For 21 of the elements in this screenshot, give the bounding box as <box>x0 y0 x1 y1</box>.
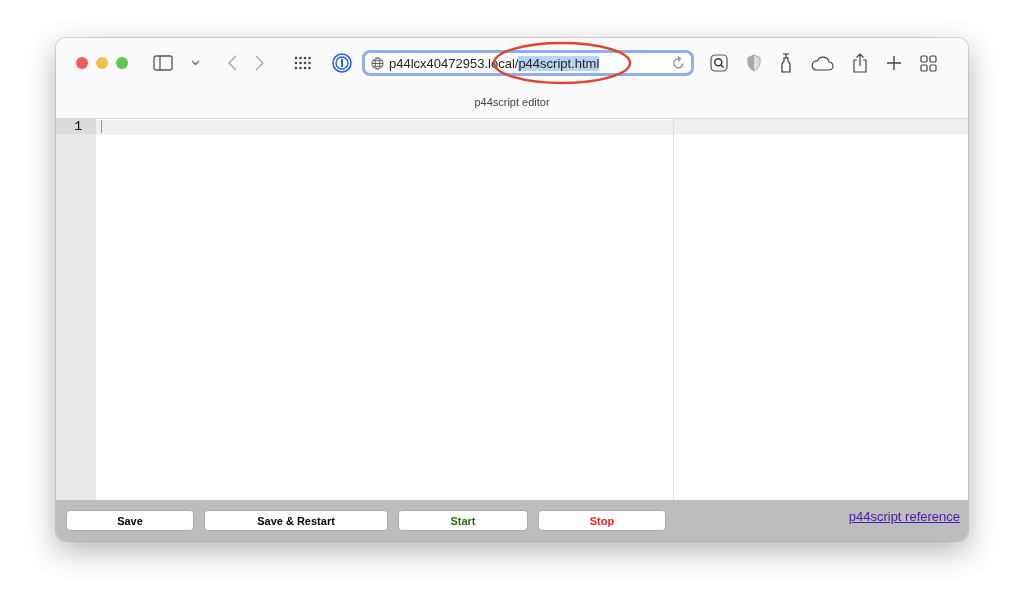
dots-grid-icon[interactable] <box>294 56 312 70</box>
sidebar-icon[interactable] <box>153 55 173 71</box>
action-button[interactable]: Save <box>66 510 194 531</box>
search-icon[interactable] <box>710 54 728 72</box>
chevron-down-icon[interactable] <box>191 60 200 66</box>
tab-title: p44script editor <box>473 96 551 108</box>
plus-icon[interactable] <box>886 55 902 71</box>
action-button[interactable]: Start <box>398 510 528 531</box>
line-number: 1 <box>56 119 96 134</box>
share-icon[interactable] <box>852 53 868 73</box>
close-button[interactable] <box>76 57 88 69</box>
action-button[interactable]: Stop <box>538 510 666 531</box>
cloud-icon[interactable] <box>810 55 834 71</box>
action-button[interactable]: Save & Restart <box>204 510 388 531</box>
url-path: p44script.html <box>518 55 600 71</box>
text-cursor <box>101 120 102 133</box>
globe-icon <box>371 56 384 70</box>
spray-bottle-icon[interactable] <box>780 53 792 73</box>
reload-icon[interactable] <box>672 56 685 70</box>
reference-link[interactable]: p44script reference <box>848 509 960 524</box>
tab-overview-icon[interactable] <box>920 54 937 72</box>
